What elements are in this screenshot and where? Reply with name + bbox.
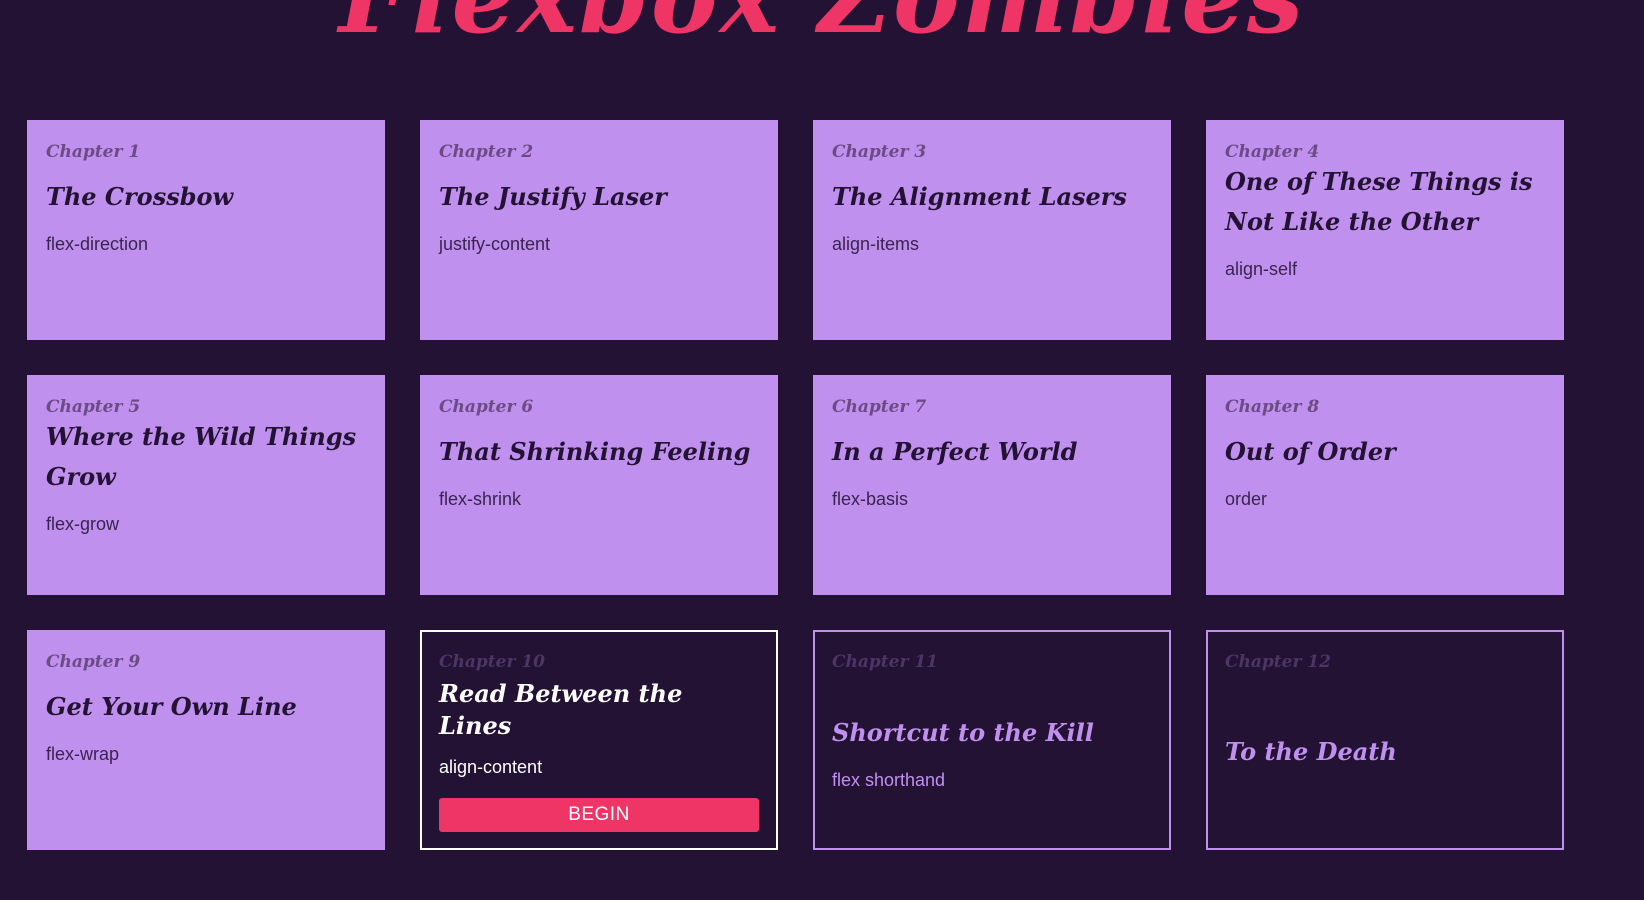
chapter-number: Chapter 11 — [832, 652, 938, 672]
chapter-body: Get Your Own Line flex-wrap — [46, 672, 366, 780]
chapter-card-1[interactable]: Chapter 1 The Crossbow flex-direction — [27, 120, 385, 340]
chapter-topic: justify-content — [439, 234, 551, 254]
chapter-title: Shortcut to the Kill — [832, 718, 1094, 747]
chapter-topic: flex shorthand — [832, 770, 946, 790]
chapter-title: In a Perfect World — [832, 437, 1078, 466]
chapter-title: Out of Order — [1225, 437, 1396, 466]
chapter-topic: order — [1225, 489, 1268, 509]
chapter-card-10[interactable]: Chapter 10 Read Between the Lines align-… — [420, 630, 778, 850]
chapter-topic: flex-shrink — [439, 489, 522, 509]
chapter-topic: align-self — [1225, 259, 1298, 279]
chapter-spacer — [1225, 280, 1545, 322]
chapter-body: Shortcut to the Kill flex shorthand — [832, 672, 1152, 832]
chapter-spacer — [46, 535, 366, 577]
chapter-title: The Alignment Lasers — [832, 182, 1127, 211]
chapter-number: Chapter 5 — [46, 397, 141, 417]
chapter-title: Get Your Own Line — [46, 692, 297, 721]
chapter-grid: Chapter 1 The Crossbow flex-direction Ch… — [27, 120, 1567, 850]
chapter-topic: flex-grow — [46, 514, 120, 534]
chapter-title: To the Death — [1225, 737, 1397, 766]
chapter-spacer — [439, 270, 759, 322]
chapter-card-4[interactable]: Chapter 4 One of These Things is Not Lik… — [1206, 120, 1564, 340]
chapter-number: Chapter 7 — [832, 397, 927, 417]
chapter-spacer — [832, 525, 1152, 577]
chapter-topic: flex-wrap — [46, 744, 120, 764]
chapter-body: Read Between the Lines align-content — [439, 678, 759, 778]
chapter-spacer — [832, 270, 1152, 322]
chapter-title: Read Between the Lines — [439, 679, 683, 740]
chapter-number: Chapter 10 — [439, 652, 545, 672]
chapter-card-3[interactable]: Chapter 3 The Alignment Lasers align-ite… — [813, 120, 1171, 340]
chapter-body: The Crossbow flex-direction — [46, 162, 366, 270]
begin-button[interactable]: BEGIN — [439, 798, 759, 832]
chapter-card-5[interactable]: Chapter 5 Where the Wild Things Grow fle… — [27, 375, 385, 595]
chapter-title: The Crossbow — [46, 182, 234, 211]
chapter-topic: align-items — [832, 234, 920, 254]
chapter-card-9[interactable]: Chapter 9 Get Your Own Line flex-wrap — [27, 630, 385, 850]
chapter-card-6[interactable]: Chapter 6 That Shrinking Feeling flex-sh… — [420, 375, 778, 595]
chapter-spacer — [46, 270, 366, 322]
chapter-number: Chapter 1 — [46, 142, 141, 162]
chapter-number: Chapter 2 — [439, 142, 534, 162]
chapter-card-11[interactable]: Chapter 11 Shortcut to the Kill flex sho… — [813, 630, 1171, 850]
chapter-topic: flex-direction — [46, 234, 149, 254]
chapter-body: Out of Order order — [1225, 417, 1545, 525]
chapter-topic: align-content — [439, 757, 543, 777]
chapter-number: Chapter 3 — [832, 142, 927, 162]
chapter-card-12[interactable]: Chapter 12 To the Death — [1206, 630, 1564, 850]
chapter-number: Chapter 8 — [1225, 397, 1320, 417]
chapter-body: The Justify Laser justify-content — [439, 162, 759, 270]
chapter-title: One of These Things is Not Like the Othe… — [1225, 167, 1533, 236]
chapter-card-7[interactable]: Chapter 7 In a Perfect World flex-basis — [813, 375, 1171, 595]
chapter-title: Where the Wild Things Grow — [46, 422, 357, 491]
chapter-spacer — [1225, 525, 1545, 577]
chapter-spacer — [439, 525, 759, 577]
chapter-spacer — [46, 780, 366, 832]
chapter-number: Chapter 9 — [46, 652, 141, 672]
chapter-title: The Justify Laser — [439, 182, 667, 211]
chapter-body: One of These Things is Not Like the Othe… — [1225, 162, 1545, 280]
site-title: Flexbox Zombies — [0, 0, 1644, 47]
chapter-card-2[interactable]: Chapter 2 The Justify Laser justify-cont… — [420, 120, 778, 340]
chapter-number: Chapter 12 — [1225, 652, 1331, 672]
chapter-card-8[interactable]: Chapter 8 Out of Order order — [1206, 375, 1564, 595]
chapter-body: Where the Wild Things Grow flex-grow — [46, 417, 366, 535]
chapter-number: Chapter 6 — [439, 397, 534, 417]
chapter-title: That Shrinking Feeling — [439, 437, 751, 466]
chapter-number: Chapter 4 — [1225, 142, 1320, 162]
chapter-body: The Alignment Lasers align-items — [832, 162, 1152, 270]
chapter-body: To the Death — [1225, 672, 1545, 832]
chapter-topic: flex-basis — [832, 489, 909, 509]
chapter-body: In a Perfect World flex-basis — [832, 417, 1152, 525]
chapter-body: That Shrinking Feeling flex-shrink — [439, 417, 759, 525]
